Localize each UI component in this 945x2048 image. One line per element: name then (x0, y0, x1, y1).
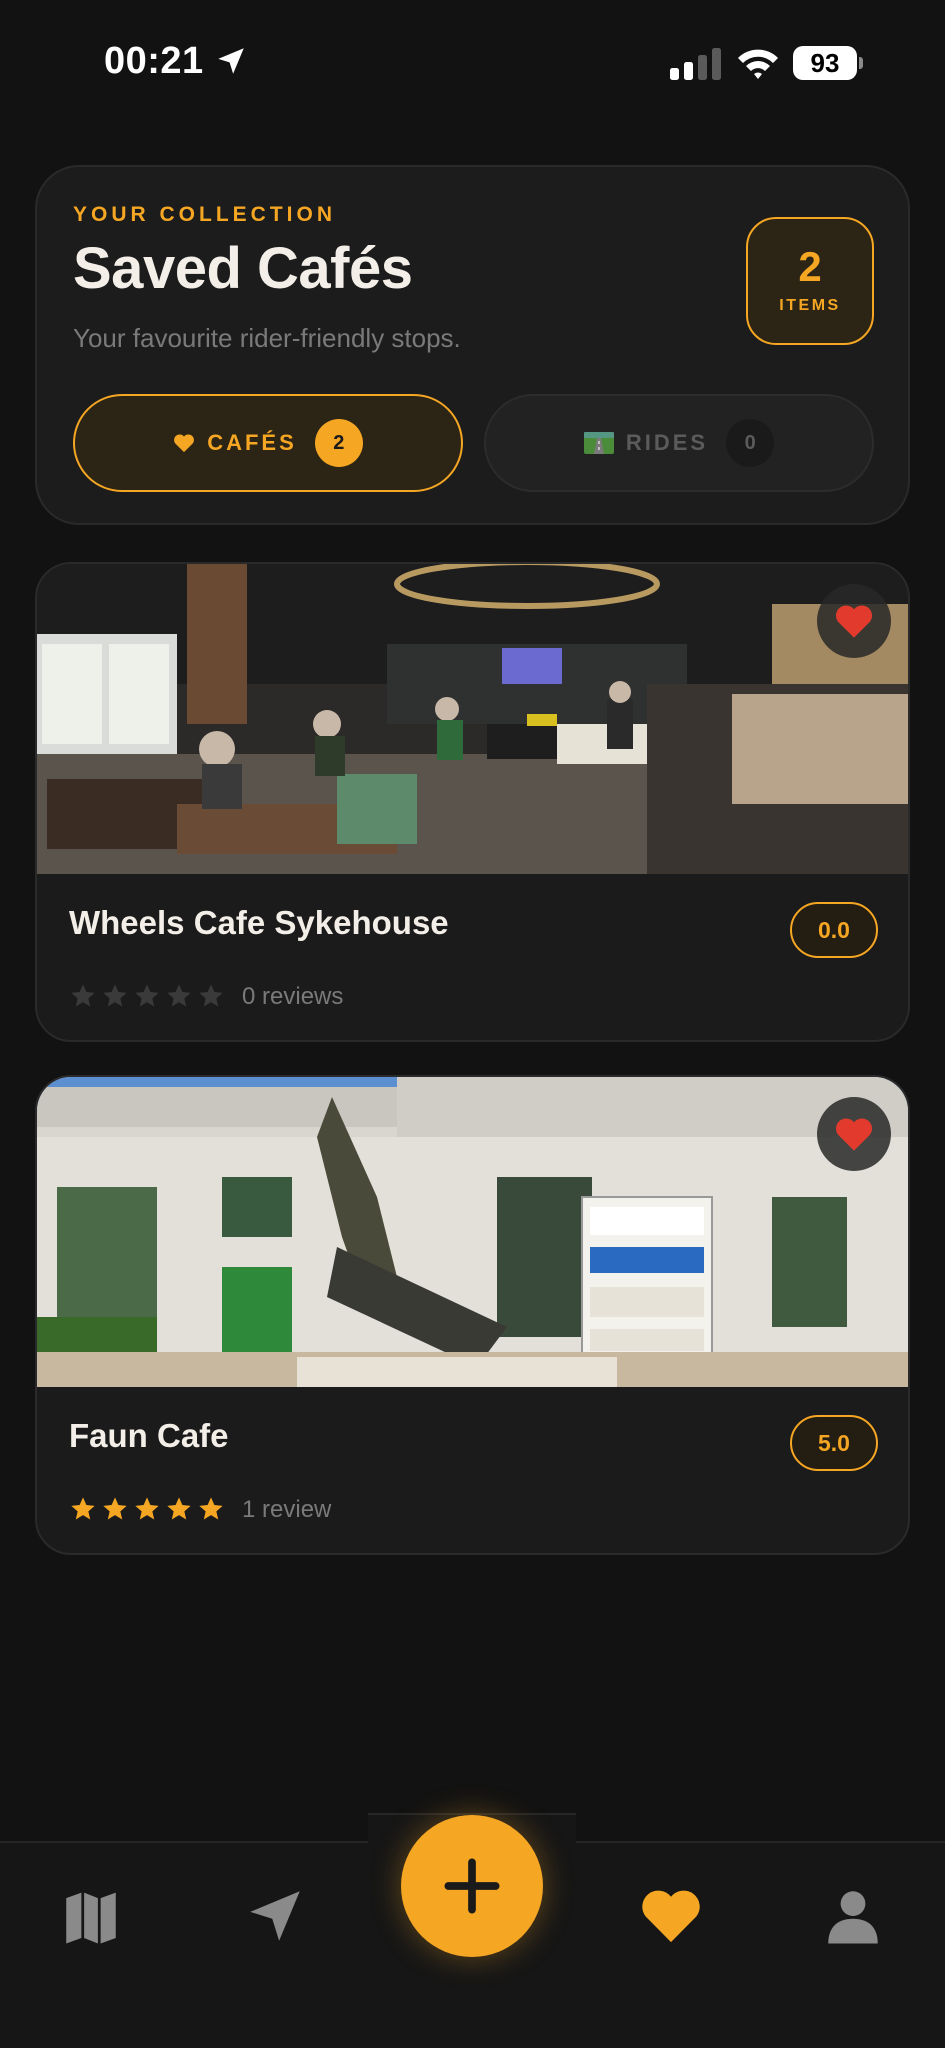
plus-icon (444, 1858, 500, 1914)
star-icon (199, 1497, 223, 1520)
heart-icon (835, 1118, 873, 1151)
tab-rides[interactable]: RIDES 0 (484, 394, 874, 492)
favourite-button[interactable] (817, 1097, 891, 1171)
tab-rides-label: RIDES (625, 430, 709, 455)
cafe-photo (37, 1077, 908, 1387)
status-time: 00:21 (104, 40, 204, 82)
rating-badge: 5.0 (790, 1415, 878, 1471)
cafe-name: Faun Cafe (69, 1417, 229, 1454)
tab-cafes-count: 2 (314, 419, 363, 467)
items-count-label: ITEMS (779, 297, 841, 314)
star-icon (103, 1497, 127, 1520)
cafe-card[interactable]: Faun Cafe 5.0 1 review (35, 1075, 910, 1555)
road-icon (583, 432, 614, 454)
star-icon (199, 984, 223, 1007)
nav-navigate[interactable] (242, 1883, 308, 1949)
cafe-exterior-photo (37, 1077, 908, 1387)
star-icon (71, 984, 95, 1007)
nav-profile[interactable] (820, 1883, 886, 1949)
heart-icon (835, 605, 873, 638)
wifi-icon (738, 49, 778, 79)
nav-saved[interactable] (638, 1883, 704, 1949)
tab-rides-content: RIDES 0 (486, 396, 872, 490)
battery-level: 93 (810, 48, 840, 78)
star-icon (135, 984, 159, 1007)
heart-icon (174, 434, 195, 453)
add-button[interactable] (401, 1815, 543, 1957)
page-subtitle: Your favourite rider-friendly stops. (73, 323, 461, 353)
star-icon (71, 1497, 95, 1520)
favourite-button[interactable] (817, 584, 891, 658)
page-title: Saved Cafés (73, 236, 413, 301)
status-bar: 00:21 93 (0, 0, 945, 120)
navigate-arrow-icon (250, 1891, 300, 1941)
review-count: 0 reviews (242, 983, 344, 1010)
section-eyebrow: YOUR COLLECTION (73, 203, 336, 226)
star-icon (135, 1497, 159, 1520)
star-icon (103, 984, 127, 1007)
rating-badge: 0.0 (790, 902, 878, 958)
saved-cafes-screen: 00:21 93 YOUR COLLECTION Saved Cafés You… (0, 0, 945, 2048)
tab-cafes[interactable]: CAFÉS 2 (73, 394, 463, 492)
location-arrow-icon (218, 48, 244, 74)
items-count: 2 (798, 243, 822, 290)
star-rating (69, 982, 229, 1010)
cafe-interior-photo (37, 564, 908, 874)
tab-cafes-content: CAFÉS 2 (75, 396, 461, 490)
tab-cafes-label: CAFÉS (207, 430, 297, 455)
cafe-name: Wheels Cafe Sykehouse (69, 904, 449, 941)
tab-rides-count: 0 (726, 419, 775, 467)
cafe-card[interactable]: Wheels Cafe Sykehouse 0.0 0 reviews (35, 562, 910, 1042)
battery-indicator: 93 (793, 46, 863, 80)
heart-icon (642, 1890, 700, 1943)
nav-map[interactable] (58, 1883, 124, 1949)
review-count: 1 review (242, 1496, 332, 1523)
star-icon (167, 1497, 191, 1520)
cellular-signal-icon (670, 48, 721, 80)
battery-nub (859, 57, 863, 69)
map-icon (66, 1892, 116, 1944)
cafe-photo (37, 564, 908, 874)
collection-header-card: YOUR COLLECTION Saved Cafés Your favouri… (35, 165, 910, 525)
person-icon (828, 1891, 878, 1944)
star-icon (167, 984, 191, 1007)
star-rating (69, 1495, 229, 1523)
items-count-badge: 2 ITEMS (746, 217, 874, 345)
